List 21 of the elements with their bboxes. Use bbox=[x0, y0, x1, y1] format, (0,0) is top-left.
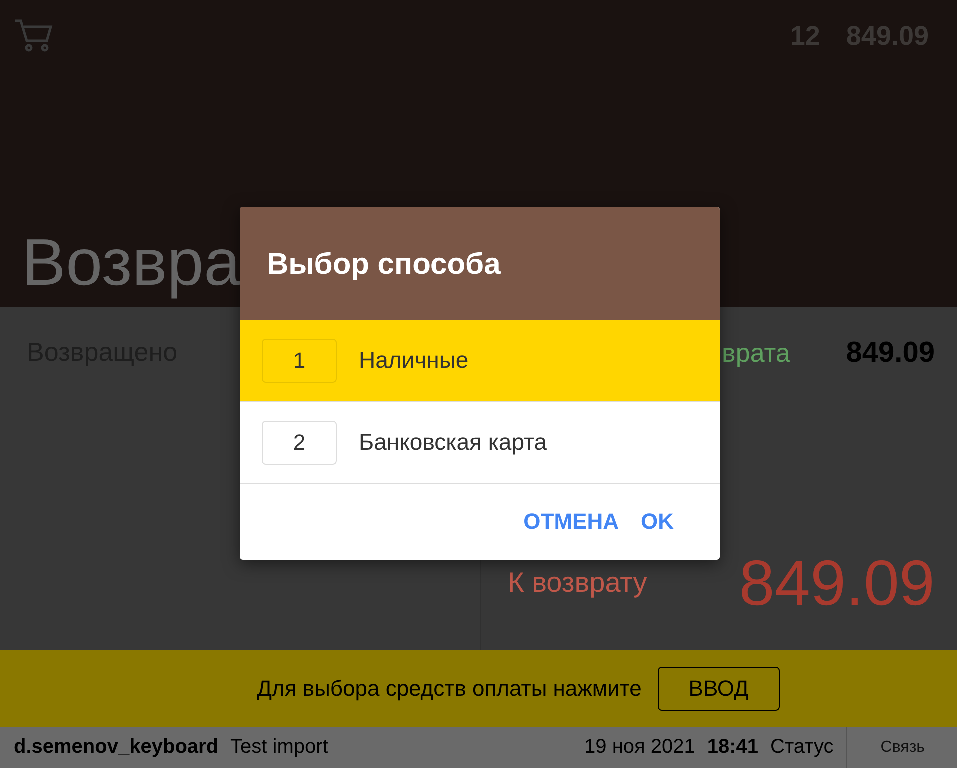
due-amount: 849.09 bbox=[739, 546, 935, 620]
time-text: 18:41 bbox=[707, 736, 759, 759]
option-label: Банковская карта bbox=[359, 429, 548, 456]
option-label: Наличные bbox=[359, 347, 469, 374]
dialog-button[interactable]: ОТМЕНА bbox=[518, 505, 625, 539]
option-key: 1 bbox=[262, 338, 337, 382]
user-name: d.semenov_keyboard bbox=[14, 736, 219, 759]
status-text: Статус bbox=[770, 736, 834, 759]
enter-button[interactable]: ВВОД bbox=[658, 666, 780, 710]
company-name: Test import bbox=[230, 736, 328, 759]
connection-text: Связь bbox=[846, 727, 957, 768]
dialog-button[interactable]: OK bbox=[635, 505, 680, 539]
dialog-title: Выбор способа bbox=[267, 248, 501, 282]
date-text: 19 ноя 2021 bbox=[584, 736, 696, 759]
cart-icon[interactable] bbox=[14, 18, 54, 54]
due-label: К возврату bbox=[508, 567, 648, 599]
payment-option[interactable]: 1 Наличные bbox=[240, 320, 720, 402]
payment-option[interactable]: 2 Банковская карта bbox=[240, 402, 720, 484]
prompt-text: Для выбора средств оплаты нажмите bbox=[257, 676, 642, 702]
refund-label: врата bbox=[722, 338, 790, 369]
option-key: 2 bbox=[262, 420, 337, 464]
